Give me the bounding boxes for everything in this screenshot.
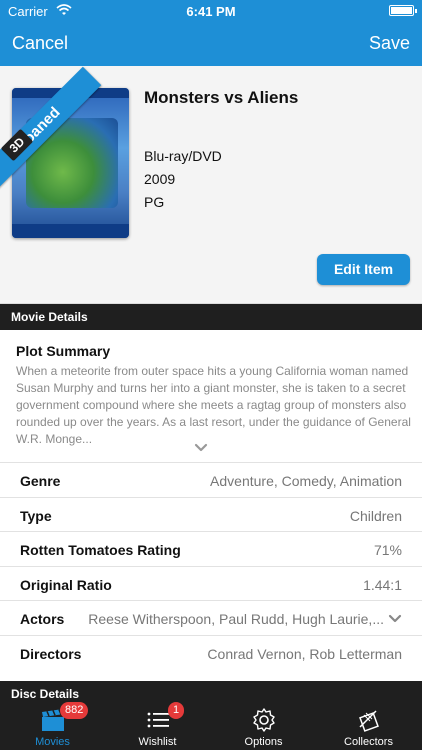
save-button[interactable]: Save <box>369 33 410 54</box>
detail-value: Children <box>349 507 402 524</box>
detail-label: Genre <box>20 473 61 489</box>
tab-movies[interactable]: 882 Movies <box>0 702 105 750</box>
movie-title: Monsters vs Aliens <box>144 88 299 107</box>
detail-value: Adventure, Comedy, Animation <box>210 473 402 489</box>
disc-details-header: Disc Details <box>0 681 422 703</box>
movie-year: 2009 <box>144 171 176 187</box>
movie-details-header: Movie Details <box>0 304 422 330</box>
gear-icon <box>253 708 275 732</box>
tab-label: Options <box>244 736 283 748</box>
detail-row-directors[interactable]: Directors Conrad Vernon, Rob Letterman <box>0 634 422 670</box>
movie-header: Loaned 3D Monsters vs Aliens Blu-ray/DVD… <box>0 66 422 304</box>
detail-label: Type <box>20 507 52 524</box>
plot-summary-text: When a meteorite from outer space hits a… <box>16 364 411 446</box>
detail-value: Reese Witherspoon, Paul Rudd, Hugh Lauri… <box>88 611 384 627</box>
detail-value: 1.44:1 <box>363 576 402 593</box>
tab-label: Movies <box>35 736 70 748</box>
movie-rating: PG <box>144 194 165 210</box>
status-bar: Carrier 6:41 PM <box>0 0 422 22</box>
movie-format: Blu-ray/DVD <box>144 148 222 164</box>
plot-summary-title: Plot Summary <box>16 343 111 359</box>
top-bar: Carrier 6:41 PM Cancel Save <box>0 0 422 66</box>
detail-label: Actors <box>20 611 65 627</box>
detail-value: 71% <box>373 542 402 558</box>
tab-options[interactable]: Options <box>211 702 316 750</box>
tab-collectors[interactable]: Collectors <box>316 702 421 750</box>
battery-icon <box>389 5 417 16</box>
detail-row-original-ratio[interactable]: Original Ratio 1.44:1 <box>0 565 422 601</box>
wishlist-count-badge: 1 <box>168 702 185 719</box>
detail-row-genre[interactable]: Genre Adventure, Comedy, Animation <box>0 462 422 497</box>
detail-row-rotten-tomatoes[interactable]: Rotten Tomatoes Rating 71% <box>0 531 422 566</box>
edit-item-button[interactable]: Edit Item <box>317 254 410 285</box>
tab-label: Collectors <box>344 736 393 748</box>
detail-row-type[interactable]: Type Children <box>0 496 422 532</box>
detail-value: Conrad Vernon, Rob Letterman <box>207 645 402 662</box>
tab-label: Wishlist <box>138 736 177 748</box>
details-list: Genre Adventure, Comedy, Animation Type … <box>0 462 422 669</box>
chevron-down-icon[interactable] <box>388 614 402 624</box>
detail-label: Directors <box>20 645 82 662</box>
collectors-icon <box>359 710 379 732</box>
movies-count-badge: 882 <box>60 702 89 719</box>
detail-label: Original Ratio <box>20 576 112 593</box>
detail-row-actors[interactable]: Actors Reese Witherspoon, Paul Rudd, Hug… <box>0 600 422 635</box>
detail-label: Rotten Tomatoes Rating <box>20 542 181 558</box>
tab-wishlist[interactable]: 1 Wishlist <box>105 702 210 750</box>
tab-bar: 882 Movies 1 Wishlist Options Collectors <box>0 702 422 750</box>
chevron-down-icon[interactable] <box>194 441 208 455</box>
cover-bottom-strip <box>12 224 129 238</box>
navigation-bar: Cancel Save <box>0 22 422 66</box>
cancel-button[interactable]: Cancel <box>12 33 68 54</box>
clock: 6:41 PM <box>186 4 236 19</box>
